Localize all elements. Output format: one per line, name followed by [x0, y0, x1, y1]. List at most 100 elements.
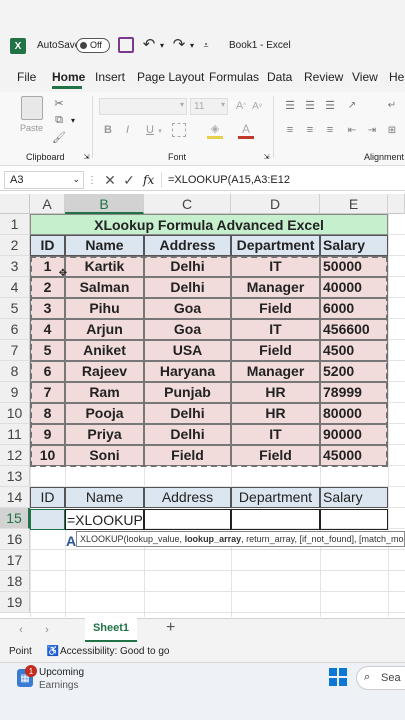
align-top-icon[interactable]: ☰ [283, 98, 297, 112]
autosave-toggle[interactable]: Off [76, 38, 110, 53]
tooltip-arg1[interactable]: lookup_value, [127, 534, 185, 544]
font-color-icon[interactable]: A [238, 121, 254, 139]
redo-icon[interactable]: ↷ [170, 35, 188, 53]
sheet-tab-sheet1[interactable]: Sheet1 [85, 618, 137, 642]
lookup-address-cell[interactable] [144, 509, 231, 530]
row-header-9[interactable]: 9 [0, 382, 30, 403]
add-sheet-button[interactable]: + [166, 619, 175, 637]
tab-help[interactable]: Help [389, 70, 405, 84]
column-header-d[interactable]: D [231, 194, 320, 214]
row-header-6[interactable]: 6 [0, 319, 30, 340]
taskbar-search[interactable]: ⌕ Sea [356, 666, 405, 690]
row-header-17[interactable]: 17 [0, 550, 30, 571]
column-header-f[interactable] [388, 194, 405, 214]
row-header-7[interactable]: 7 [0, 340, 30, 361]
customize-toolbar-icon[interactable]: ⩡ [200, 38, 212, 52]
row-header-12[interactable]: 12 [0, 445, 30, 466]
underline-dropdown-icon[interactable]: ▾ [156, 124, 164, 138]
tab-view[interactable]: View [352, 70, 378, 84]
row-header-18[interactable]: 18 [0, 571, 30, 592]
column-header-a[interactable]: A [30, 194, 65, 214]
save-icon[interactable] [118, 37, 134, 53]
column-header-e[interactable]: E [320, 194, 388, 214]
header-cell[interactable]: ID [30, 235, 65, 256]
windows-start-icon[interactable] [329, 668, 347, 686]
row-header-15[interactable]: 15 [0, 508, 30, 529]
align-right-icon[interactable]: ≡ [323, 123, 337, 137]
header-cell[interactable]: Name [65, 235, 144, 256]
paste-label[interactable]: Paste [20, 123, 43, 133]
font-size-box[interactable]: 11 ▾ [190, 98, 228, 115]
row-header-4[interactable]: 4 [0, 277, 30, 298]
copy-dropdown-icon[interactable]: ▾ [68, 113, 78, 127]
format-painter-icon[interactable]: 🖌 [52, 130, 66, 144]
scroll-left-icon[interactable]: ‹ [14, 622, 28, 638]
tab-page-layout[interactable]: Page Layout [137, 70, 204, 84]
borders-icon[interactable] [172, 123, 186, 137]
accessibility-status[interactable]: Accessibility: Good to go [60, 646, 170, 657]
grow-font-icon[interactable]: A ^ [234, 98, 248, 114]
lookup-department-cell[interactable] [231, 509, 320, 530]
undo-dropdown-icon[interactable]: ▾ [158, 38, 166, 52]
lookup-header-cell[interactable]: Name [65, 487, 144, 508]
row-header-10[interactable]: 10 [0, 403, 30, 424]
header-cell[interactable]: Address [144, 235, 231, 256]
tab-data[interactable]: Data [267, 70, 292, 84]
cancel-icon[interactable]: ✕ [102, 171, 118, 189]
lookup-header-cell[interactable]: ID [30, 487, 65, 508]
tooltip-arg-current[interactable]: lookup_array [185, 534, 242, 544]
lookup-header-cell[interactable]: Salary [320, 487, 388, 508]
align-middle-icon[interactable]: ☰ [303, 98, 317, 112]
table-title[interactable]: XLookup Formula Advanced Excel [30, 214, 388, 235]
accessibility-icon[interactable]: ♿ [47, 645, 59, 657]
active-edit-cell[interactable]: =XLOOKUP( [65, 509, 144, 530]
underline-button[interactable]: U [146, 124, 154, 136]
tab-review[interactable]: Review [304, 70, 343, 84]
increase-indent-icon[interactable]: ⇥ [365, 123, 379, 137]
align-left-icon[interactable]: ≡ [283, 123, 297, 137]
row-header-2[interactable]: 2 [0, 235, 30, 256]
align-bottom-icon[interactable]: ☰ [323, 98, 337, 112]
lookup-header-cell[interactable]: Address [144, 487, 231, 508]
row-header-19[interactable]: 19 [0, 592, 30, 613]
cut-icon[interactable]: ✂ [52, 96, 66, 110]
tab-file[interactable]: File [17, 70, 36, 84]
undo-icon[interactable]: ↶ [140, 35, 158, 53]
lookup-id-cell[interactable] [30, 509, 65, 530]
enter-icon[interactable]: ✓ [121, 171, 137, 189]
column-header-c[interactable]: C [144, 194, 231, 214]
name-box[interactable]: A3 ⌄ [4, 171, 84, 189]
header-cell[interactable]: Department [231, 235, 320, 256]
lookup-header-cell[interactable]: Department [231, 487, 320, 508]
font-name-box[interactable]: ▾ [99, 98, 187, 115]
tab-insert[interactable]: Insert [95, 70, 125, 84]
row-header-5[interactable]: 5 [0, 298, 30, 319]
decrease-indent-icon[interactable]: ⇤ [345, 123, 359, 137]
scroll-right-icon[interactable]: › [40, 622, 54, 638]
row-header-14[interactable]: 14 [0, 487, 30, 508]
bold-button[interactable]: B [104, 124, 112, 136]
clipboard-launcher-icon[interactable]: ⇲ [82, 152, 91, 161]
widgets-button[interactable]: ▦ 1 Upcoming Earnings [14, 664, 124, 692]
row-header-16[interactable]: 16 [0, 529, 30, 550]
row-header-3[interactable]: 3 [0, 256, 30, 277]
more-options-icon[interactable]: ⋮ [87, 172, 97, 188]
select-all-corner[interactable] [0, 194, 30, 214]
fill-color-icon[interactable]: ◈ [207, 121, 223, 139]
wrap-text-icon[interactable]: ↵ [385, 98, 399, 112]
row-header-11[interactable]: 11 [0, 424, 30, 445]
tab-home[interactable]: Home [52, 70, 85, 84]
column-header-b[interactable]: B [65, 194, 144, 214]
row-header-13[interactable]: 13 [0, 466, 30, 487]
align-center-icon[interactable]: ≡ [303, 123, 317, 137]
lookup-salary-cell[interactable] [320, 509, 388, 530]
shrink-font-icon[interactable]: Av [250, 98, 264, 114]
header-cell[interactable]: Salary [320, 235, 388, 256]
row-header-8[interactable]: 8 [0, 361, 30, 382]
copy-icon[interactable]: ⧉ [52, 113, 66, 127]
italic-button[interactable]: I [126, 124, 129, 136]
insert-function-icon[interactable]: fx [143, 173, 154, 187]
orientation-icon[interactable]: ↗ [345, 98, 359, 112]
merge-center-icon[interactable]: ⊞ [385, 123, 399, 137]
tooltip-function[interactable]: XLOOKUP( [80, 534, 127, 544]
